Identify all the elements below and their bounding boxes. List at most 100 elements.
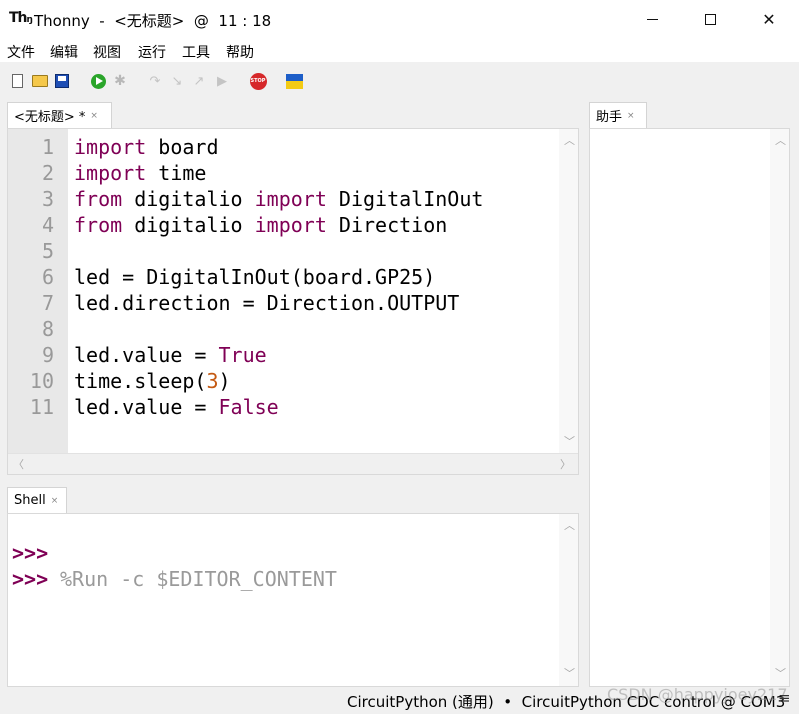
scroll-left-icon[interactable]: 〈 (13, 456, 24, 472)
ukraine-support-button[interactable] (285, 72, 303, 90)
line-number: 9 (41, 343, 54, 367)
code-line[interactable]: 10 time.sleep(3) (8, 368, 556, 394)
line-number: 8 (41, 317, 54, 341)
menu-view[interactable]: 视图 (93, 42, 121, 62)
code-token: Direction (326, 213, 448, 237)
scroll-right-icon[interactable]: 〉 (560, 456, 571, 472)
bug-icon: ✱ (114, 73, 126, 89)
save-button[interactable] (53, 72, 71, 90)
code-line[interactable]: 9 led.value = True (8, 342, 556, 368)
title-bar: Thŋ Thonny - <无标题> @ 11 : 18 ✕ (0, 0, 799, 38)
shell-prompt: >>> (12, 567, 49, 591)
scroll-down-icon[interactable]: ﹀ (564, 433, 575, 449)
code-editor[interactable]: 1 import board 2 import time 3 from digitalio… (7, 128, 579, 475)
keyword-token: import (74, 135, 147, 159)
keyword-token: from (74, 187, 123, 211)
code-line[interactable]: 7 led.direction = Direction.OUTPUT (8, 290, 556, 316)
stop-icon: STOP (249, 72, 267, 90)
line-number: 6 (41, 265, 54, 289)
scroll-down-icon[interactable]: ﹀ (775, 665, 786, 681)
code-token: led.direction = Direction.OUTPUT (74, 291, 460, 315)
tab-editor-untitled[interactable]: <无标题> * × (7, 102, 112, 128)
code-line[interactable]: 4 from digitalio import Direction (8, 212, 556, 238)
thonny-logo-icon: Thŋ (9, 10, 33, 26)
code-line[interactable]: 2 import time (8, 160, 556, 186)
shell-console[interactable]: >>> %Run -c $EDITOR_CONTENT >>> ︿ ﹀ (7, 513, 579, 687)
tab-shell[interactable]: Shell × (7, 487, 67, 513)
toolbar: ✱ ↷ ↘ ↗ ▶ STOP (0, 62, 799, 100)
step-over-button[interactable]: ↷ (146, 72, 164, 90)
folder-icon (32, 75, 48, 87)
minimize-icon (646, 18, 658, 20)
assistant-panel: ︿ ﹀ (589, 128, 790, 687)
maximize-button[interactable] (681, 0, 739, 38)
step-into-button[interactable]: ↘ (168, 72, 186, 90)
menu-bar: 文件 编辑 视图 运行 工具 帮助 (0, 38, 799, 62)
status-menu-icon[interactable]: ≡ (778, 689, 791, 707)
code-token: time (146, 161, 207, 185)
floppy-icon (55, 74, 69, 88)
line-number: 7 (41, 291, 54, 315)
shell-vertical-scrollbar[interactable]: ︿ ﹀ (559, 514, 578, 686)
menu-run[interactable]: 运行 (138, 42, 166, 62)
code-token: led = DigitalInOut(board.GP25) (74, 265, 436, 289)
shell-line[interactable]: >>> (8, 540, 578, 591)
window-title: Thonny - <无标题> @ 11 : 18 (34, 12, 272, 30)
close-button[interactable]: ✕ (740, 0, 798, 38)
code-line[interactable]: 6 led = DigitalInOut(board.GP25) (8, 264, 556, 290)
scroll-up-icon[interactable]: ︿ (564, 132, 575, 148)
watermark: CSDN @happyjoey217 (607, 685, 788, 704)
code-line[interactable]: 5 (8, 238, 556, 264)
open-file-button[interactable] (31, 72, 49, 90)
line-number: 1 (41, 135, 54, 159)
scroll-up-icon[interactable]: ︿ (775, 132, 786, 148)
code-token: led.value = (74, 343, 219, 367)
code-token: digitalio (122, 213, 255, 237)
keyword-token: False (218, 395, 279, 419)
shell-command: %Run -c $EDITOR_CONTENT (60, 567, 337, 591)
scroll-up-icon[interactable]: ︿ (564, 517, 575, 533)
code-token: led.value = (74, 395, 219, 419)
code-text: import board (74, 134, 219, 160)
code-text: from digitalio import Direction (74, 212, 447, 238)
code-area[interactable]: 1 import board 2 import time 3 from digitalio… (8, 134, 556, 420)
scroll-down-icon[interactable]: ﹀ (564, 665, 575, 681)
shell-tab-label: Shell (14, 493, 46, 508)
debug-button[interactable]: ✱ (111, 72, 129, 90)
line-number: 11 (29, 395, 54, 419)
run-icon (90, 73, 106, 89)
code-text: import time (74, 160, 206, 186)
menu-edit[interactable]: 编辑 (50, 42, 78, 62)
code-line[interactable]: 1 import board (8, 134, 556, 160)
assistant-vertical-scrollbar[interactable]: ︿ ﹀ (770, 129, 789, 686)
tab-assistant[interactable]: 助手 × (589, 102, 647, 128)
menu-tools[interactable]: 工具 (182, 42, 210, 62)
close-tab-icon[interactable]: × (51, 496, 59, 506)
assistant-tab-label: 助手 (596, 110, 623, 125)
close-tab-icon[interactable]: × (90, 111, 98, 121)
maximize-icon (704, 13, 716, 25)
code-line[interactable]: 8 (8, 316, 556, 342)
ukraine-flag-icon (285, 73, 303, 89)
editor-vertical-scrollbar[interactable]: ︿ ﹀ (559, 129, 578, 454)
new-file-button[interactable] (8, 72, 26, 90)
step-over-icon: ↷ (149, 73, 161, 89)
code-line[interactable]: 11 led.value = False (8, 394, 556, 420)
code-token: time.sleep( (74, 369, 207, 393)
editor-horizontal-scrollbar[interactable]: 〈 〉 (8, 453, 578, 474)
stop-button[interactable]: STOP (249, 72, 267, 90)
menu-file[interactable]: 文件 (7, 42, 35, 62)
close-tab-icon[interactable]: × (627, 111, 635, 121)
code-text: from digitalio import DigitalInOut (74, 186, 483, 212)
code-text: led.value = True (74, 342, 267, 368)
step-into-icon: ↘ (171, 73, 183, 89)
menu-help[interactable]: 帮助 (226, 42, 254, 62)
minimize-button[interactable] (623, 0, 681, 38)
keyword-token: True (218, 343, 267, 367)
code-line[interactable]: 3 from digitalio import DigitalInOut (8, 186, 556, 212)
resume-button[interactable]: ▶ (213, 72, 231, 90)
keyword-token: import (74, 161, 147, 185)
run-button[interactable] (89, 72, 107, 90)
step-out-button[interactable]: ↗ (190, 72, 208, 90)
line-number: 4 (41, 213, 54, 237)
